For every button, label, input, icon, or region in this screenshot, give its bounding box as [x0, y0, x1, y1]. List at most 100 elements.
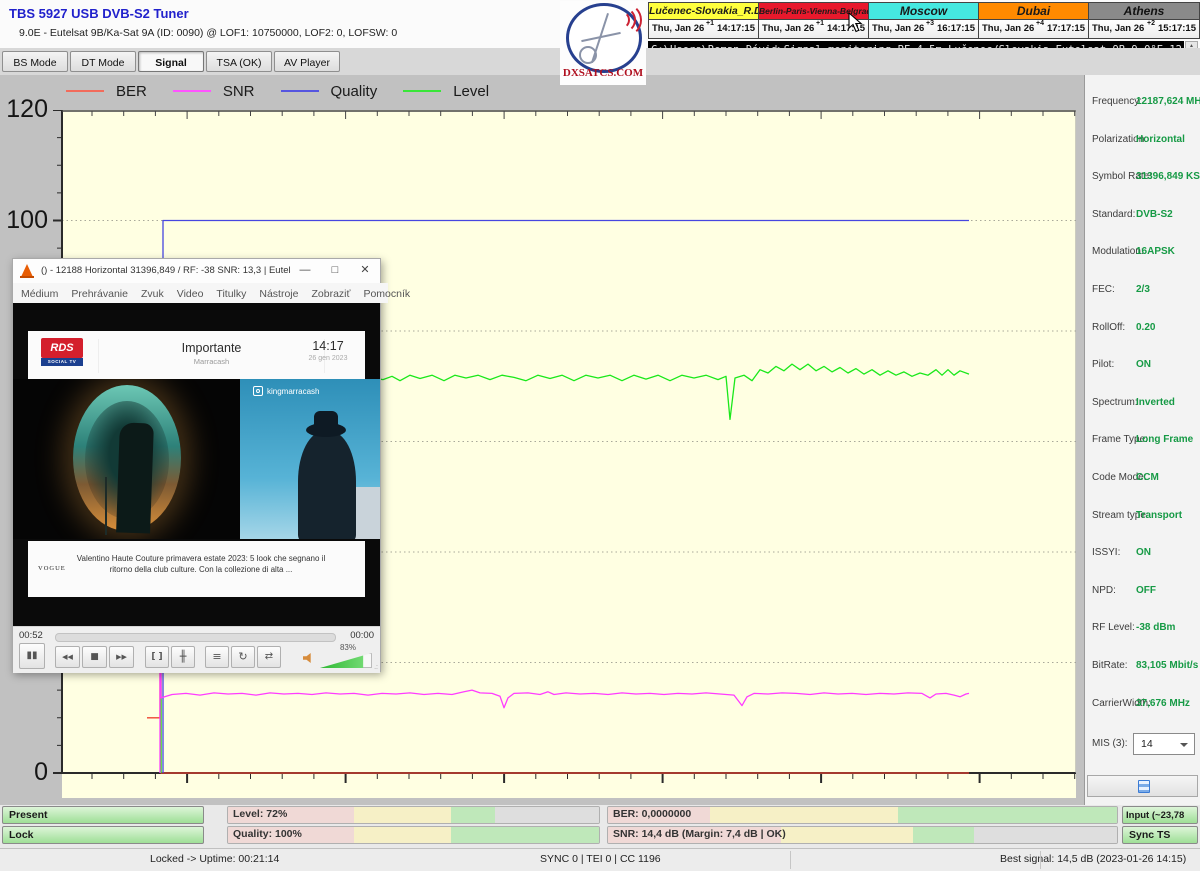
stop-button[interactable]: ■ — [82, 646, 107, 668]
statusbar-footer: Locked -> Uptime: 00:21:14 SYNC 0 | TEI … — [0, 848, 1200, 871]
clock-time: Thu, Jan 26 +4 17:17:15 — [979, 20, 1088, 38]
sidebar-field-value: 37,676 MHz — [1136, 698, 1190, 709]
banner-time-value: 14:17 — [299, 339, 357, 353]
previous-button[interactable]: ◀◀ — [55, 646, 80, 668]
sidebar-field-label: Pilot: — [1092, 359, 1114, 370]
total-time: 00:00 — [350, 630, 374, 641]
mis-dropdown[interactable]: 14 — [1133, 733, 1195, 755]
close-button[interactable]: ✕ — [350, 259, 380, 282]
sidebar-field-value: OFF — [1136, 585, 1156, 596]
menu-video[interactable]: Video — [177, 288, 204, 300]
instagram-handle: kingmarracash — [253, 386, 319, 396]
clock-hms: 17:17:15 — [1047, 23, 1085, 34]
level-meter: Level: 72% — [227, 806, 600, 824]
fullscreen-button[interactable]: [ ] — [145, 646, 169, 668]
dxsatcs-wordmark: DXSATCS.COM — [560, 67, 646, 79]
minimize-button[interactable]: — — [290, 259, 320, 282]
equalizer-button[interactable]: ╫ — [171, 646, 195, 668]
quality-meter: Quality: 100% — [227, 826, 600, 844]
menu-help[interactable]: Pomocník — [363, 288, 410, 300]
sidebar-field-value: Horizontal — [1136, 134, 1185, 145]
meter-label: Level: 72% — [233, 808, 287, 820]
program-artist: Marracash — [99, 357, 324, 366]
legend-level: Level — [403, 83, 489, 100]
playlist-button[interactable]: ≡ — [205, 646, 229, 668]
shuffle-button[interactable]: ⇄ — [257, 646, 281, 668]
sidebar-field-value: CCM — [1136, 472, 1159, 483]
app-title: TBS 5927 USB DVB-S2 Tuner — [9, 6, 189, 21]
video-scene-right — [240, 379, 380, 539]
rds-socialtv-label: SOCIAL TV — [41, 358, 83, 366]
clock-utc-offset: +3 — [926, 20, 934, 27]
sidebar-field-label: ISSYI: — [1092, 547, 1120, 558]
snr-meter: SNR: 14,4 dB (Margin: 7,4 dB | OK) — [607, 826, 1118, 844]
vlc-cone-icon — [21, 264, 33, 277]
clock-date: Thu, Jan 26 — [872, 23, 924, 34]
sidebar-field-label: Standard: — [1092, 209, 1135, 220]
sidebar-field-value: 2/3 — [1136, 284, 1150, 295]
clock-hms: 14:17:15 — [717, 23, 755, 34]
footer-divider — [790, 851, 791, 869]
dxsatcs-logo: DXSATCS.COM — [560, 1, 646, 85]
clock-city-label: Lučenec-Slovakia_R.Dávid — [649, 3, 758, 20]
menu-subtitles[interactable]: Titulky — [216, 288, 246, 300]
tab-bs-mode[interactable]: BS Mode — [2, 51, 68, 72]
clock-time: Thu, Jan 26 +2 15:17:15 — [1089, 20, 1199, 38]
tab-tsa[interactable]: TSA (OK) — [206, 51, 272, 72]
news-caption-box: VOGUE Valentino Haute Couture primavera … — [28, 541, 365, 597]
sidebar-field-value: ON — [1136, 359, 1151, 370]
hat-top — [314, 411, 338, 427]
video-scene-left — [13, 379, 240, 539]
mis-label: MIS (3): — [1092, 738, 1128, 749]
next-button[interactable]: ▶▶ — [109, 646, 134, 668]
pause-button[interactable]: ▮▮ — [19, 643, 45, 669]
singer-silhouette — [116, 422, 154, 533]
clock-hms: 15:17:15 — [1158, 23, 1196, 34]
clock-moscow: Moscow Thu, Jan 26 +3 16:17:15 — [869, 3, 979, 38]
tab-av-player[interactable]: AV Player — [274, 51, 340, 72]
video-display[interactable]: RDS SOCIAL TV Importante Marracash 14:17… — [13, 303, 380, 626]
tab-dt-mode[interactable]: DT Mode — [70, 51, 136, 72]
resize-grip[interactable]: .: — [374, 664, 378, 671]
input-badge: Input (~23,78 Mbps) — [1122, 806, 1198, 824]
sidebar-field-value: Long Frame — [1136, 434, 1193, 445]
handle-text: kingmarracash — [267, 387, 319, 396]
program-title: Importante — [99, 341, 324, 355]
menu-tools[interactable]: Nástroje — [259, 288, 298, 300]
tab-signal-mon[interactable]: Signal Mon. — [138, 51, 204, 72]
volume-slider[interactable] — [320, 653, 372, 668]
clock-athens: Athens Thu, Jan 26 +2 15:17:15 — [1089, 3, 1199, 38]
stream-list-button[interactable] — [1087, 775, 1198, 797]
clock-time: Thu, Jan 26 +3 16:17:15 — [869, 20, 978, 38]
clock-city-label: Dubai — [979, 3, 1088, 20]
loop-button[interactable]: ↻ — [231, 646, 255, 668]
app-window: TBS 5927 USB DVB-S2 Tuner 9.0E - Eutelsa… — [0, 0, 1200, 870]
y-axis-label: 100 — [2, 206, 48, 235]
clock-date: Thu, Jan 26 — [652, 23, 704, 34]
menu-medium[interactable]: Médium — [21, 288, 58, 300]
speaker-icon[interactable] — [303, 653, 314, 663]
vlc-titlebar[interactable]: () - 12188 Horizontal 31396,849 / RF: -3… — [13, 259, 380, 284]
sidebar-field-value: 16APSK — [1136, 246, 1175, 257]
rds-logo: RDS SOCIAL TV — [41, 338, 83, 366]
uptime-status: Locked -> Uptime: 00:21:14 — [150, 853, 279, 865]
sidebar-field-label: FEC: — [1092, 284, 1115, 295]
sidebar-field-value: 0.20 — [1136, 322, 1155, 333]
menu-view[interactable]: Zobraziť — [311, 288, 350, 300]
mouse-cursor — [848, 12, 864, 34]
legend-label: Quality — [331, 83, 378, 100]
menu-audio[interactable]: Zvuk — [141, 288, 164, 300]
seek-slider[interactable] — [55, 633, 336, 642]
sidebar-field-label: BitRate: — [1092, 660, 1128, 671]
maximize-button[interactable]: □ — [320, 259, 350, 282]
banner-clock: 14:17 26 gen 2023 — [299, 339, 357, 362]
tv-info-banner: RDS SOCIAL TV Importante Marracash 14:17… — [28, 331, 365, 379]
meter-label: Quality: 100% — [233, 828, 302, 840]
vlc-menubar: Médium Prehrávanie Zvuk Video Titulky Nástroj… — [13, 283, 388, 303]
menu-playback[interactable]: Prehrávanie — [71, 288, 128, 300]
table-icon — [1138, 780, 1150, 793]
vlc-controls: 00:52 00:00 ▮▮ ◀◀ ■ ▶▶ [ ] ╫ ≡ ↻ ⇄ 83% .… — [13, 626, 380, 673]
transponder-info-panel: Frequency:12187,624 MHzPolarization:Hori… — [1084, 75, 1200, 805]
sidebar-field-label: NPD: — [1092, 585, 1116, 596]
vlc-player-window[interactable]: () - 12188 Horizontal 31396,849 / RF: -3… — [12, 258, 381, 672]
